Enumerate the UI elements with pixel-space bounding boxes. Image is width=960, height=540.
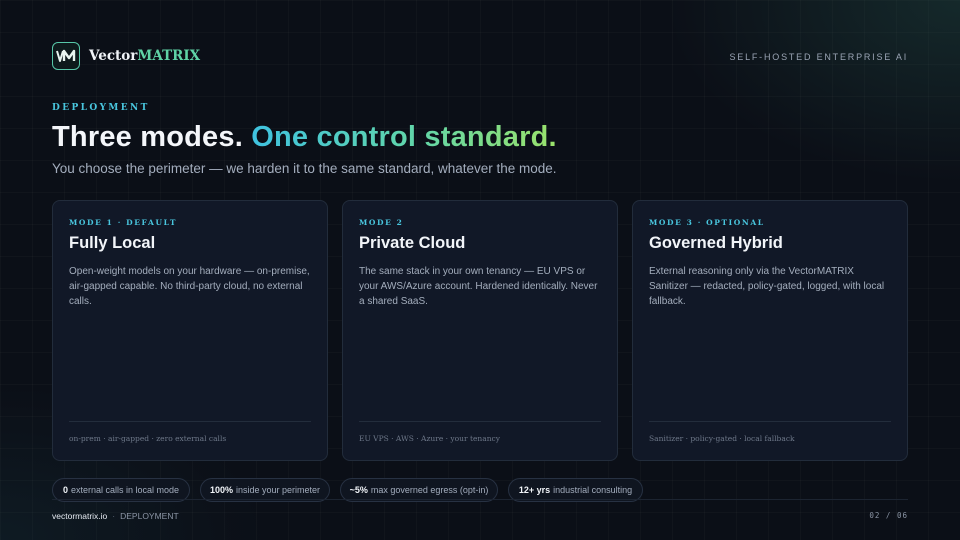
stat-value: 100% xyxy=(209,485,233,495)
stat-value: ~5% xyxy=(349,485,368,495)
footer-separator: · xyxy=(112,511,116,521)
stat-value: 12+ yrs xyxy=(518,485,551,495)
card-description: External reasoning only via the VectorMA… xyxy=(649,266,885,307)
card-mode-label: MODE 1 · DEFAULT xyxy=(69,218,178,227)
card-description: Open-weight models on your hardware — on… xyxy=(69,266,310,307)
header-tagline: SELF-HOSTED ENTERPRISE AI xyxy=(729,52,908,62)
stat-label: industrial consulting xyxy=(553,485,633,495)
brand-name: VectorMATRIX xyxy=(89,48,201,64)
card-title: Fully Local xyxy=(69,234,156,252)
stat-value: 0 xyxy=(62,485,68,495)
vm-monogram-icon xyxy=(52,42,80,70)
stat-label: max governed egress (opt-in) xyxy=(370,485,489,495)
card-description: The same stack in your own tenancy — EU … xyxy=(359,266,598,307)
footer-section: DEPLOYMENT xyxy=(120,511,179,521)
card-footer-tags: on-prem · air-gapped · zero external cal… xyxy=(69,434,227,443)
card-divider xyxy=(359,421,601,422)
footer-divider xyxy=(52,499,908,500)
card-footer-tags: Sanitizer · policy-gated · local fallbac… xyxy=(649,434,795,443)
mode-card-private-cloud: MODE 2 Private Cloud The same stack in y… xyxy=(342,200,618,461)
card-mode-label: MODE 3 · OPTIONAL xyxy=(649,218,765,227)
card-footer-tags: EU VPS · AWS · Azure · your tenancy xyxy=(359,434,500,443)
card-mode-label: MODE 2 xyxy=(359,218,404,227)
section-eyebrow: DEPLOYMENT xyxy=(52,103,150,113)
page-title: Three modes. One control standard. xyxy=(52,121,557,153)
page-number: 02 / 06 xyxy=(869,511,908,520)
card-divider xyxy=(649,421,891,422)
stat-label: inside your perimeter xyxy=(235,485,321,495)
page-title-accent: One control standard. xyxy=(251,121,557,153)
card-divider xyxy=(69,421,311,422)
card-title: Private Cloud xyxy=(359,234,466,252)
mode-card-fully-local: MODE 1 · DEFAULT Fully Local Open-weight… xyxy=(52,200,328,461)
page-subtitle: You choose the perimeter — we harden it … xyxy=(52,161,557,176)
mode-card-governed-hybrid: MODE 3 · OPTIONAL Governed Hybrid Extern… xyxy=(632,200,908,461)
footer-breadcrumb: vectormatrix.io · DEPLOYMENT xyxy=(52,511,179,521)
footer-site-link[interactable]: vectormatrix.io xyxy=(52,511,107,521)
card-title: Governed Hybrid xyxy=(649,234,783,252)
stat-label: external calls in local mode xyxy=(70,485,180,495)
brand-logo[interactable]: VectorMATRIX xyxy=(52,42,200,70)
